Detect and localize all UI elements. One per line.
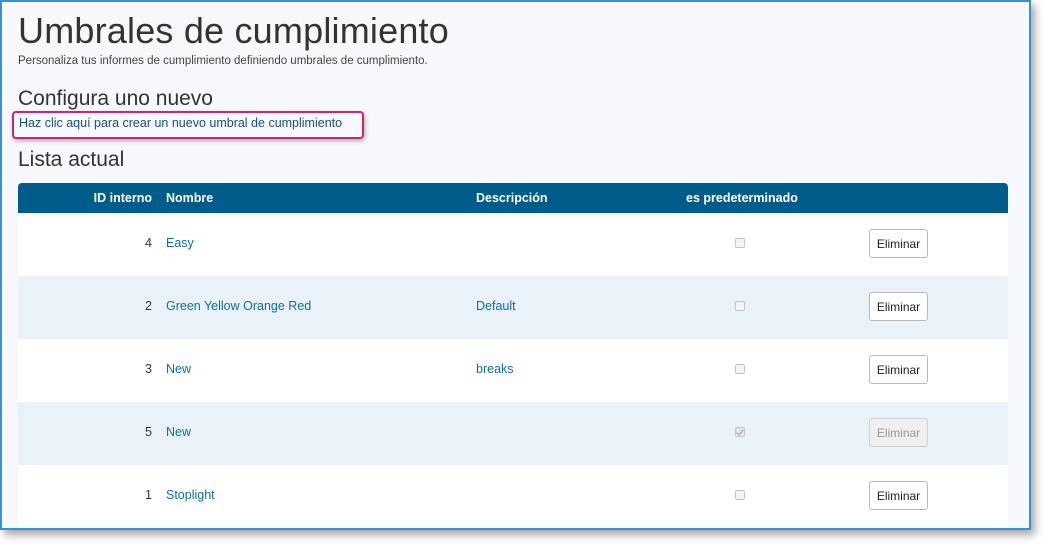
cell-description: breaks bbox=[476, 362, 514, 376]
threshold-name-link[interactable]: Easy bbox=[166, 236, 194, 250]
threshold-name-link[interactable]: Green Yellow Orange Red bbox=[166, 299, 311, 313]
page-subtitle: Personaliza tus informes de cumplimiento… bbox=[18, 55, 428, 67]
cell-id: 4 bbox=[145, 236, 152, 250]
table-header: ID interno Nombre Descripción es predete… bbox=[18, 183, 1008, 213]
table-row: 1 Stoplight Eliminar bbox=[18, 465, 1008, 528]
column-header-name: Nombre bbox=[166, 191, 214, 205]
threshold-name-link[interactable]: New bbox=[166, 425, 191, 439]
cell-id: 3 bbox=[145, 362, 152, 376]
cell-id: 5 bbox=[145, 425, 152, 439]
default-checkbox bbox=[735, 364, 745, 374]
page-title: Umbrales de cumplimiento bbox=[18, 10, 449, 51]
default-checkbox bbox=[735, 301, 745, 311]
threshold-name-link[interactable]: Stoplight bbox=[166, 488, 215, 502]
column-header-default: es predeterminado bbox=[686, 191, 798, 205]
default-checkbox bbox=[735, 490, 745, 500]
column-header-id: ID interno bbox=[93, 191, 152, 205]
app-window: Umbrales de cumplimiento Personaliza tus… bbox=[0, 0, 1031, 530]
threshold-name-link[interactable]: New bbox=[166, 362, 191, 376]
default-checkbox bbox=[735, 238, 745, 248]
create-threshold-link[interactable]: Haz clic aquí para crear un nuevo umbral… bbox=[19, 116, 342, 130]
delete-button[interactable]: Eliminar bbox=[869, 292, 928, 321]
table-row: 2 Green Yellow Orange Red Default Eliminar bbox=[18, 276, 1008, 339]
table-body: 4 Easy Eliminar 2 Green Yellow Orange Red Def… bbox=[18, 213, 1008, 528]
delete-button[interactable]: Eliminar bbox=[869, 355, 928, 384]
cell-id: 1 bbox=[145, 488, 152, 502]
cell-description: Default bbox=[476, 299, 516, 313]
table-row: 3 New breaks Eliminar bbox=[18, 339, 1008, 402]
delete-button[interactable]: Eliminar bbox=[869, 229, 928, 258]
table-row: 4 Easy Eliminar bbox=[18, 213, 1008, 276]
delete-button[interactable]: Eliminar bbox=[869, 481, 928, 510]
section-heading-list: Lista actual bbox=[18, 148, 125, 171]
thresholds-table: ID interno Nombre Descripción es predete… bbox=[18, 183, 1008, 528]
column-header-description: Descripción bbox=[476, 191, 548, 205]
create-threshold-highlight: Haz clic aquí para crear un nuevo umbral… bbox=[12, 111, 364, 139]
delete-button: Eliminar bbox=[869, 418, 928, 447]
table-row: 5 New Eliminar bbox=[18, 402, 1008, 465]
cell-id: 2 bbox=[145, 299, 152, 313]
section-heading-new: Configura uno nuevo bbox=[18, 87, 213, 110]
default-checkbox bbox=[735, 427, 745, 437]
